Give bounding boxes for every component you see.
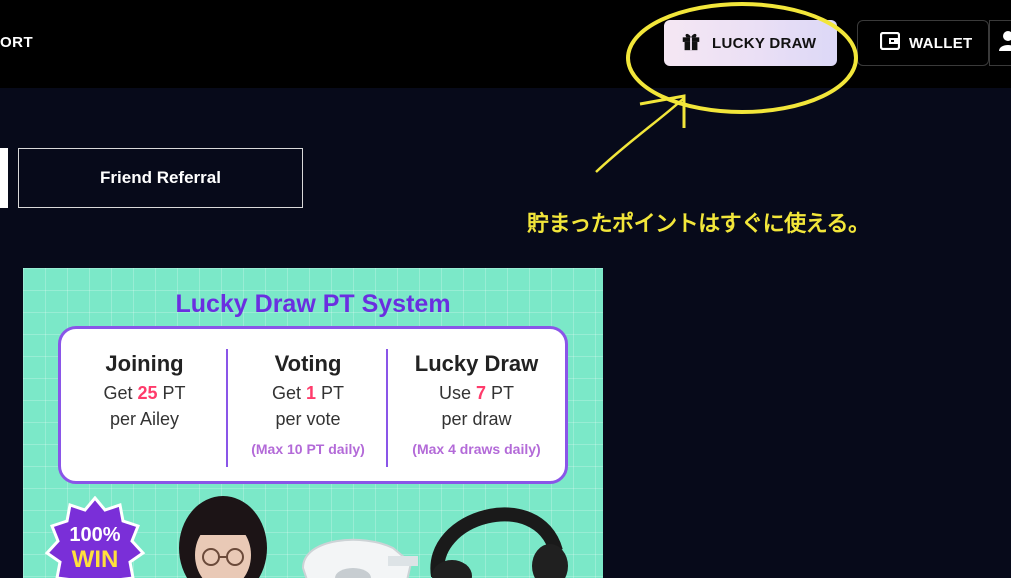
lucky-draw-button[interactable]: LUCKY DRAW: [664, 20, 837, 66]
column-line1: Get 1 PT: [271, 383, 345, 403]
banner-title: Lucky Draw PT System: [175, 290, 451, 318]
annotation-text: 貯まったポイントはすぐに使える。: [527, 212, 870, 237]
lucky-draw-column: Lucky Draw Use 7 PT per draw (Max 4 draw…: [388, 329, 565, 481]
column-line1: Get 25 PT: [103, 383, 186, 403]
column-note: (Max 4 draws daily): [412, 441, 541, 457]
pt-value: 25: [137, 383, 158, 403]
headphones-icon: [430, 507, 568, 578]
lucky-draw-label: LUCKY DRAW: [712, 34, 817, 52]
badge-line1: 100%: [69, 524, 121, 546]
account-button[interactable]: [989, 20, 1011, 66]
column-title: Voting: [274, 351, 342, 376]
voting-column: Voting Get 1 PT per vote (Max 10 PT dail…: [228, 329, 388, 481]
user-icon: [998, 30, 1011, 57]
woman-photo-icon: [179, 496, 267, 578]
tab-friend-referral[interactable]: Friend Referral: [18, 148, 303, 208]
column-line2: per Ailey: [109, 409, 180, 429]
tab-active-partial[interactable]: [0, 148, 8, 208]
pt-value: 1: [305, 383, 316, 403]
column-line1: Use 7 PT: [438, 383, 515, 403]
column-line2: per draw: [441, 409, 512, 429]
pt-value: 7: [475, 383, 486, 403]
wallet-label: WALLET: [909, 34, 973, 52]
nav-item-partial[interactable]: ORT: [0, 34, 33, 51]
top-navigation-bar: ORT LUCKY DRAW WALLET: [0, 0, 1011, 88]
pt-system-card: Joining Get 25 PT per Ailey Voting Get 1…: [58, 326, 568, 484]
win-badge: 100% WIN: [43, 495, 147, 578]
gift-icon: [680, 30, 702, 56]
lucky-draw-banner[interactable]: Lucky Draw PT System Joining Get 25 PT p…: [23, 268, 603, 578]
wallet-button[interactable]: WALLET: [857, 20, 989, 66]
column-title: Joining: [105, 351, 184, 376]
column-title: Lucky Draw: [414, 351, 539, 376]
column-note: (Max 10 PT daily): [251, 441, 365, 457]
badge-line2: WIN: [71, 546, 119, 573]
vr-headset-icon: [301, 538, 418, 578]
annotation-arrow: [595, 97, 685, 173]
joining-column: Joining Get 25 PT per Ailey: [61, 329, 228, 481]
column-line2: per vote: [275, 409, 341, 429]
wallet-icon: [879, 31, 901, 54]
annotation-arrowhead: [639, 94, 686, 128]
